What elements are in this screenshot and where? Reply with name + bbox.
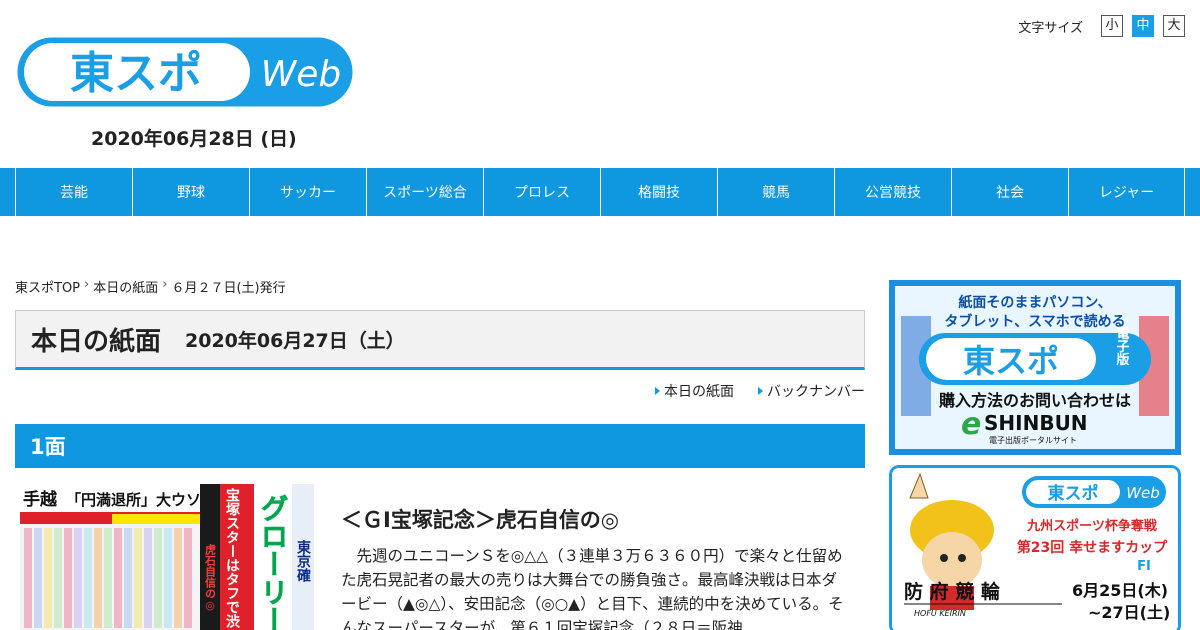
ad2-event1: 九州スポーツ杯争奪戦: [1026, 518, 1158, 534]
sub-links: 本日の紙面 バックナンバー: [655, 381, 865, 401]
current-date: 2020年06月28日 (日): [91, 128, 297, 150]
front-page-thumbnail[interactable]: 手越 「円満退所」大ウソ 虎石自信の◎ 宝塚スターはタフで渋い グローリー 東京…: [20, 484, 314, 630]
article-title[interactable]: ＜ＧⅠ宝塚記念＞虎石自信の◎: [341, 504, 619, 534]
font-size-medium-button[interactable]: 中: [1132, 15, 1154, 37]
ad1-line2: タブレット、スマホで読める: [944, 313, 1125, 330]
breadcrumb-separator: ›: [162, 277, 168, 292]
nav-item-soccer[interactable]: サッカー: [249, 168, 366, 216]
ad2-web: Web: [1126, 484, 1160, 502]
hofu-keirin-banner[interactable]: 東スポ Web 九州スポーツ杯争奪戦 第23回 幸せますカップ FI 防 府 競…: [889, 465, 1181, 630]
paper-headline-3: 虎石自信の◎: [204, 543, 218, 612]
font-size-small-button[interactable]: 小: [1101, 15, 1123, 37]
nav-item-fighting[interactable]: 格闘技: [600, 168, 717, 216]
today-paper-link[interactable]: 本日の紙面: [655, 381, 734, 401]
paper-headline-5: グローリー: [257, 494, 290, 630]
ad2-event2: 第23回 幸せますカップ: [1017, 539, 1168, 556]
ad2-brand: 東スポ: [1048, 483, 1099, 504]
page-date: 2020年06月27日（土）: [185, 329, 405, 352]
back-number-link[interactable]: バックナンバー: [758, 381, 865, 401]
paper-headline-4: 宝塚スターはタフで渋い: [224, 487, 240, 630]
page-title-box: 本日の紙面 2020年06月27日（土）: [15, 310, 865, 370]
breadcrumb-separator: ›: [84, 277, 90, 292]
nav-item-keiba[interactable]: 競馬: [717, 168, 834, 216]
section-header: 1面: [15, 424, 865, 468]
e-shinbun-banner[interactable]: 紙面そのままパソコン、 タブレット、スマホで読める 東スポ 電子版 購入方法のお…: [889, 280, 1181, 455]
nav-item-society[interactable]: 社会: [951, 168, 1068, 216]
nav-item-yakyu[interactable]: 野球: [132, 168, 249, 216]
nav-item-koei[interactable]: 公営競技: [834, 168, 951, 216]
logo-text: 東スポ: [70, 48, 202, 99]
ad1-portal: 電子出版ポータルサイト: [989, 435, 1077, 445]
ad1-line1: 紙面そのままパソコン、: [958, 294, 1111, 311]
ad2-grade: FI: [1137, 559, 1151, 574]
paper-headline-6: 東京確: [295, 539, 311, 583]
ad1-eshinbun: SHINBUN: [984, 411, 1088, 435]
ad2-date1: 6月25日(木): [1072, 581, 1168, 600]
race-card-columns: [24, 528, 192, 628]
font-size-label: 文字サイズ: [1018, 20, 1083, 36]
triangle-right-icon: [655, 387, 660, 395]
ad2-venue: 防 府 競 輪: [904, 580, 1001, 603]
paper-headline-2: 「円満退所」大ウソ: [66, 491, 201, 509]
nav-item-leisure[interactable]: レジャー: [1068, 168, 1185, 216]
breadcrumb-current: ６月２７日(土)発行: [171, 281, 286, 296]
article-body: 先週のユニコーンＳを◎△△（３連単３万６３６０円）で楽々と仕留めた虎石晃記者の最…: [341, 547, 844, 630]
breadcrumb: 東スポTOP › 本日の紙面 › ６月２７日(土)発行: [15, 277, 286, 296]
ad2-date2: ~27日(土): [1088, 603, 1170, 622]
breadcrumb-today-link[interactable]: 本日の紙面: [93, 277, 158, 296]
ad2-venue-en: HOFU KEIRIN: [914, 609, 966, 618]
ad1-brand: 東スポ: [963, 342, 1059, 380]
page-title: 本日の紙面: [31, 326, 162, 357]
font-size-control: 文字サイズ 小 中 大: [1018, 15, 1185, 37]
nav-item-sports[interactable]: スポーツ総合: [366, 168, 483, 216]
triangle-right-icon: [758, 387, 763, 395]
today-paper-label: 本日の紙面: [664, 384, 734, 400]
paper-headline-1: 手越: [23, 489, 58, 510]
nav-item-prowrestling[interactable]: プロレス: [483, 168, 600, 216]
logo-web-text: Web: [261, 54, 342, 95]
ad1-tag: 電子版: [1114, 327, 1130, 367]
tospo-web-logo[interactable]: 東スポ Web: [16, 36, 354, 108]
category-nav: 芸能 野球 サッカー スポーツ総合 プロレス 格闘技 競馬 公営競技 社会 レジ…: [0, 168, 1200, 216]
e-icon: e: [961, 407, 981, 442]
nav-item-geino[interactable]: 芸能: [15, 168, 132, 216]
font-size-large-button[interactable]: 大: [1163, 15, 1185, 37]
breadcrumb-top-link[interactable]: 東スポTOP: [15, 277, 80, 296]
back-number-label: バックナンバー: [767, 384, 865, 400]
